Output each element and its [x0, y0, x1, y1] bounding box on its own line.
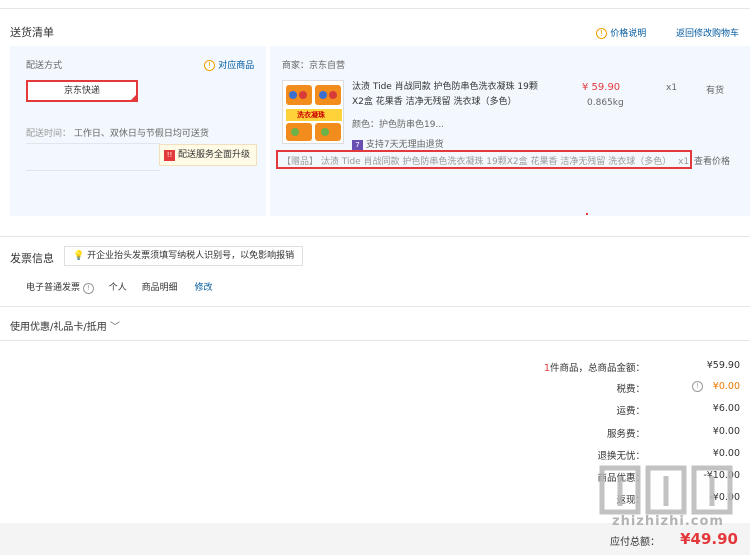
top-divider — [0, 8, 750, 9]
return-worry-free-value: ¥0.00 — [712, 448, 740, 459]
service-fee-value: ¥0.00 — [712, 426, 740, 437]
freight-label: 运费： — [616, 406, 645, 417]
invoice-edit-link[interactable]: 修改 — [195, 283, 213, 293]
return-policy: 7 支持7天无理由退货 — [352, 137, 444, 151]
invoice-tip: 💡 开企业抬头发票须填写纳税人识别号，以免影响报销 — [64, 246, 304, 266]
info-icon[interactable]: ! — [82, 283, 94, 294]
service-fee-label: 服务费： — [606, 429, 645, 440]
dot-marker — [586, 213, 588, 215]
gift-qty: x1 — [678, 157, 690, 167]
shipping-option-jd-express[interactable]: 京东快递 ✓ — [26, 80, 138, 102]
view-price-link[interactable]: 查看价格 — [694, 154, 730, 167]
delivery-time-value: 工作日、双休日与节假日均可送货 — [73, 129, 209, 139]
price-note-label: 价格说明 — [610, 29, 647, 39]
invoice-details: 电子普通发票 ! 个人 商品明细 修改 — [26, 280, 213, 294]
invoice-divider — [0, 236, 750, 237]
section-title-delivery: 送货清单 — [10, 26, 54, 39]
shipping-upgrade-tip[interactable]: !! 配送服务全面升级 — [159, 144, 257, 166]
invoice-tip-text: 开企业抬头发票须填写纳税人识别号，以免影响报销 — [87, 251, 295, 261]
chevron-down-icon: ﹀ — [109, 322, 120, 333]
gift-line: 【赠品】 汰渍 Tide 肖战同款 护色防串色洗衣凝珠 19颗X2盒 花果香 洁… — [282, 154, 689, 167]
return-policy-text: 支持7天无理由退货 — [365, 140, 444, 150]
shipping-option-label: 京东快递 — [63, 86, 100, 96]
upgrade-badge-icon: !! — [164, 150, 175, 161]
warning-icon: ! — [204, 59, 215, 71]
invoice-detail: 商品明细 — [141, 283, 178, 293]
invoice-holder: 个人 — [108, 283, 127, 293]
product-price: ¥ 59.90 — [582, 82, 621, 93]
return-worry-free-label: 退换无忧： — [597, 451, 645, 462]
site-watermark: zhizhizhi.com — [598, 462, 738, 542]
summary-count-label: 件商品，总商品金额： — [549, 363, 645, 374]
product-name[interactable]: 汰渍 Tide 肖战同款 护色防串色洗衣凝珠 19颗X2盒 花果香 洁净无残留 … — [352, 80, 538, 110]
back-to-cart-link[interactable]: 返回修改购物车 — [676, 26, 739, 39]
shipping-divider — [26, 143, 160, 144]
product-stock: 有货 — [706, 86, 725, 96]
shipping-method-label: 配送方式 — [26, 61, 63, 71]
upgrade-tip-text: 配送服务全面升级 — [178, 150, 251, 160]
price-note-link[interactable]: ! 价格说明 — [596, 26, 646, 39]
shipping-divider-2 — [26, 170, 160, 171]
invoice-type: 电子普通发票 — [26, 283, 81, 293]
section-title-invoice: 发票信息 — [10, 252, 54, 265]
matched-goods-label: 对应商品 — [218, 61, 255, 71]
matched-goods-link[interactable]: ! 对应商品 — [204, 58, 254, 71]
coupon-toggle[interactable]: 使用优惠/礼品卡/抵用 ﹀ — [10, 318, 120, 333]
coupon-divider — [0, 306, 750, 307]
delivery-time-label: 配送时间： — [26, 129, 72, 139]
gift-text: 【赠品】 汰渍 Tide 肖战同款 护色防串色洗衣凝珠 19颗X2盒 花果香 洁… — [282, 157, 672, 167]
summary-count-row: 1件商品，总商品金额： — [544, 360, 645, 374]
watermark-logo — [599, 465, 733, 515]
product-thumb-text: 洗衣凝珠 — [297, 111, 325, 119]
tax-label: 税费： — [616, 384, 645, 395]
summary-divider — [0, 340, 750, 341]
tax-value: ¥0.00 — [712, 381, 740, 392]
product-image[interactable]: 洗衣凝珠 — [282, 80, 344, 144]
merchant-label: 商家：京东自营 — [282, 61, 346, 71]
delivery-time: 配送时间： 工作日、双休日与节假日均可送货 — [26, 126, 209, 139]
freight-value: ¥6.00 — [712, 403, 740, 414]
product-color: 颜色：护色防串色19... — [352, 120, 445, 130]
warning-icon: ! — [596, 27, 607, 39]
product-qty: x1 — [666, 83, 678, 93]
check-icon: ✓ — [130, 93, 136, 100]
lightbulb-icon: 💡 — [73, 251, 85, 261]
product-weight: 0.865kg — [587, 98, 624, 108]
watermark-site-text: zhizhizhi.com — [612, 514, 724, 529]
summary-total-goods: ¥59.90 — [706, 360, 740, 371]
coupon-title: 使用优惠/礼品卡/抵用 — [10, 322, 107, 333]
